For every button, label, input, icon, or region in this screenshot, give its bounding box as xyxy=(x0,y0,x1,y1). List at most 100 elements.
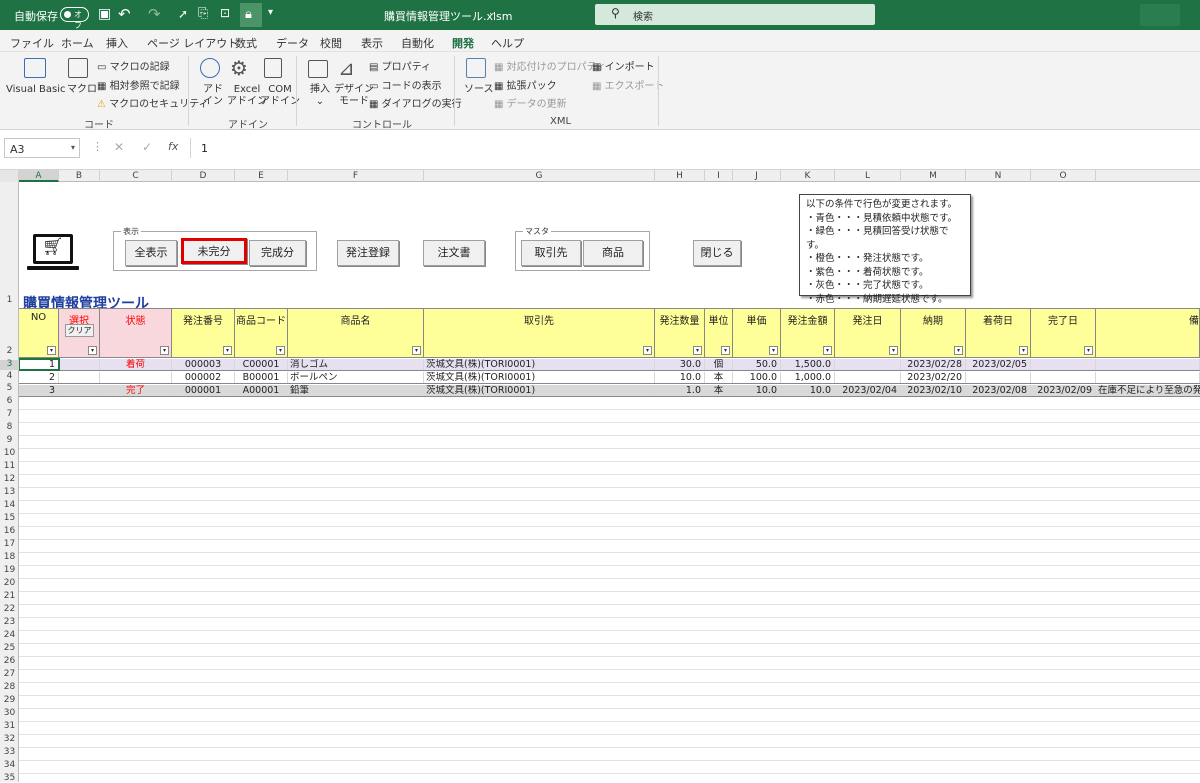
row-header[interactable]: 5 xyxy=(0,384,19,393)
column-header-d[interactable]: D xyxy=(172,170,235,182)
cell-unit[interactable]: 本 xyxy=(705,385,733,396)
cell-no[interactable]: 2 xyxy=(19,372,59,383)
row-header[interactable]: 32 xyxy=(0,735,19,744)
tab-automate[interactable]: 自動化 xyxy=(401,35,434,51)
filter-dropdown-icon[interactable]: ▾ xyxy=(643,346,652,355)
row-header[interactable]: 30 xyxy=(0,709,19,718)
column-header-g[interactable]: G xyxy=(424,170,655,182)
chevron-down-icon[interactable]: ⌄ xyxy=(488,8,496,18)
quick-access-dropdown-icon[interactable]: ▾ xyxy=(268,7,273,18)
cell-product-name[interactable]: 鉛筆 xyxy=(288,385,424,396)
cell-unit-price[interactable]: 100.0 xyxy=(733,372,781,383)
table-row[interactable]: 3 完了 000001 A00001 鉛筆 茨城文具(株)(TORI0001) … xyxy=(19,385,1200,397)
purchase-order-button[interactable]: 注文書 xyxy=(423,240,485,266)
cell-product-code[interactable]: C00001 xyxy=(235,359,288,370)
filter-dropdown-icon[interactable]: ▾ xyxy=(954,346,963,355)
formula-input[interactable]: 1 xyxy=(190,138,1196,158)
macro-button[interactable]: マクロ xyxy=(67,84,97,96)
record-macro-button[interactable]: ▭ マクロの記録 xyxy=(97,58,170,73)
order-register-button[interactable]: 発注登録 xyxy=(337,240,399,266)
cell-remarks[interactable] xyxy=(1096,359,1200,370)
column-header-o[interactable]: O xyxy=(1031,170,1096,182)
row-header[interactable]: 8 xyxy=(0,423,19,432)
column-header-h[interactable]: H xyxy=(655,170,705,182)
row-header[interactable]: 28 xyxy=(0,683,19,692)
filter-dropdown-icon[interactable]: ▾ xyxy=(412,346,421,355)
close-button[interactable]: 閉じる xyxy=(693,240,741,266)
cell-status[interactable]: 完了 xyxy=(100,385,172,396)
relative-reference-button[interactable]: ▦ 相対参照で記録 xyxy=(97,77,180,92)
column-header-p[interactable] xyxy=(1096,170,1200,182)
filter-dropdown-icon[interactable]: ▾ xyxy=(769,346,778,355)
redo-icon[interactable]: ↷ xyxy=(148,5,161,23)
cell-no[interactable]: 1 xyxy=(19,358,60,371)
row-header[interactable]: 27 xyxy=(0,670,19,679)
incomplete-button[interactable]: 未完分 xyxy=(181,238,247,264)
cell-completed-date[interactable] xyxy=(1031,359,1096,370)
column-header-c[interactable]: C xyxy=(100,170,172,182)
insert-control-button[interactable]: 挿入 ⌄ xyxy=(310,84,330,108)
column-header-a[interactable]: A xyxy=(19,170,59,182)
view-code-button[interactable]: ▭ コードの表示 xyxy=(369,77,442,92)
cell-due-date[interactable]: 2023/02/10 xyxy=(901,385,966,396)
refresh-data-button[interactable]: ▦ データの更新 xyxy=(494,95,567,110)
filter-dropdown-icon[interactable]: ▾ xyxy=(693,346,702,355)
row-header[interactable]: 11 xyxy=(0,462,19,471)
filter-dropdown-icon[interactable]: ▾ xyxy=(47,346,56,355)
cell-unit[interactable]: 個 xyxy=(705,359,733,370)
cell-product-code[interactable]: B00001 xyxy=(235,372,288,383)
clear-button[interactable]: クリア xyxy=(65,324,94,337)
row-header[interactable]: 24 xyxy=(0,631,19,640)
column-header-l[interactable]: L xyxy=(835,170,901,182)
cell-product-name[interactable]: ボールペン xyxy=(288,372,424,383)
row-header[interactable]: 7 xyxy=(0,410,19,419)
cell-quantity[interactable]: 10.0 xyxy=(655,372,705,383)
cell-arrival-date[interactable] xyxy=(966,372,1031,383)
row-header[interactable]: 34 xyxy=(0,761,19,770)
cancel-icon[interactable]: ✕ xyxy=(114,140,124,154)
cell-due-date[interactable]: 2023/02/28 xyxy=(901,359,966,370)
column-header-e[interactable]: E xyxy=(235,170,288,182)
column-header-f[interactable]: F xyxy=(288,170,424,182)
cell-order-date[interactable] xyxy=(835,359,901,370)
tab-formulas[interactable]: 数式 xyxy=(235,35,257,51)
properties-button[interactable]: ▤ プロパティ xyxy=(369,58,431,73)
com-addins-button[interactable]: COM アドイン xyxy=(260,84,300,108)
run-dialog-button[interactable]: ▦ ダイアログの実行 xyxy=(369,95,462,110)
form-icon[interactable]: ⊡ xyxy=(220,6,230,20)
row-header[interactable]: 12 xyxy=(0,475,19,484)
design-mode-button[interactable]: デザイン モード xyxy=(334,84,374,108)
row-header[interactable]: 22 xyxy=(0,605,19,614)
row-header[interactable]: 1 xyxy=(0,296,19,305)
cell-order-date[interactable] xyxy=(835,372,901,383)
pointer-icon[interactable]: ➚ xyxy=(178,7,188,21)
undo-icon[interactable]: ↶ xyxy=(118,5,131,23)
cell-select[interactable] xyxy=(59,359,100,370)
product-button[interactable]: 商品 xyxy=(583,240,643,266)
save-icon[interactable]: ▣ xyxy=(98,6,111,22)
column-header-m[interactable]: M xyxy=(901,170,966,182)
cell-unit[interactable]: 本 xyxy=(705,372,733,383)
enter-icon[interactable]: ✓ xyxy=(142,140,152,154)
row-header[interactable]: 20 xyxy=(0,579,19,588)
cell-status[interactable]: 着荷 xyxy=(100,359,172,370)
select-all-corner[interactable] xyxy=(0,170,19,182)
tab-home[interactable]: ホーム xyxy=(61,35,94,51)
row-header[interactable]: 4 xyxy=(0,372,19,381)
cell-due-date[interactable]: 2023/02/20 xyxy=(901,372,966,383)
filter-dropdown-icon[interactable]: ▾ xyxy=(889,346,898,355)
supplier-button[interactable]: 取引先 xyxy=(521,240,581,266)
lock-icon[interactable]: 🔒︎ xyxy=(240,3,262,27)
filter-dropdown-icon[interactable]: ▾ xyxy=(160,346,169,355)
row-header[interactable]: 33 xyxy=(0,748,19,757)
row-header[interactable]: 15 xyxy=(0,514,19,523)
map-properties-button[interactable]: ▦ 対応付けのプロパティ xyxy=(494,58,606,73)
tab-insert[interactable]: 挿入 xyxy=(106,35,128,51)
row-header[interactable]: 29 xyxy=(0,696,19,705)
account-area[interactable] xyxy=(1140,4,1180,26)
row-header[interactable]: 19 xyxy=(0,566,19,575)
row-header[interactable]: 9 xyxy=(0,436,19,445)
filter-dropdown-icon[interactable]: ▾ xyxy=(223,346,232,355)
row-header[interactable]: 23 xyxy=(0,618,19,627)
column-header-j[interactable]: J xyxy=(733,170,781,182)
